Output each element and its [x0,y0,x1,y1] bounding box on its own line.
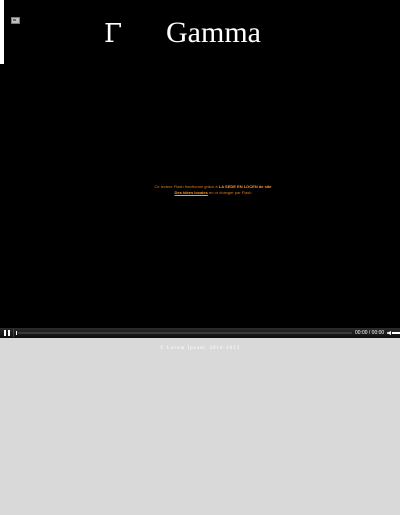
flash-notice-text: Ce lecteur Flash fonctionne grâce à [154,184,218,189]
flash-notice-line-2: Des idées locales en or changer par Flas… [150,190,276,196]
volume-slider[interactable] [392,332,400,334]
volume-icon[interactable] [387,331,391,335]
title-symbol: Γ [104,19,123,49]
player-controlbar: 00:00 / 00:00 [0,328,400,338]
image-icon [11,17,20,24]
flash-notice-highlight: LA SEDE EN LOCEN de site [218,184,272,189]
flash-notice-suffix: en or changer par Flash [209,190,252,195]
left-edge-strip [0,0,4,64]
flash-notice: Ce lecteur Flash fonctionne grâce à LA S… [150,184,276,196]
copyright-text: © Lorem Ipsum, 2010-2013 [159,346,241,351]
controlbar-divider [13,329,14,337]
pause-button[interactable] [3,330,11,336]
video-stage[interactable]: Γ Gamma Ce lecteur Flash fonctionne grâc… [0,0,400,328]
scrubber-handle[interactable] [16,331,17,335]
flash-notice-link[interactable]: Des idées locales [175,190,208,195]
progress-track[interactable] [18,332,352,334]
page-title: Gamma [166,16,261,49]
time-readout: 00:00 / 00:00 [355,330,385,336]
